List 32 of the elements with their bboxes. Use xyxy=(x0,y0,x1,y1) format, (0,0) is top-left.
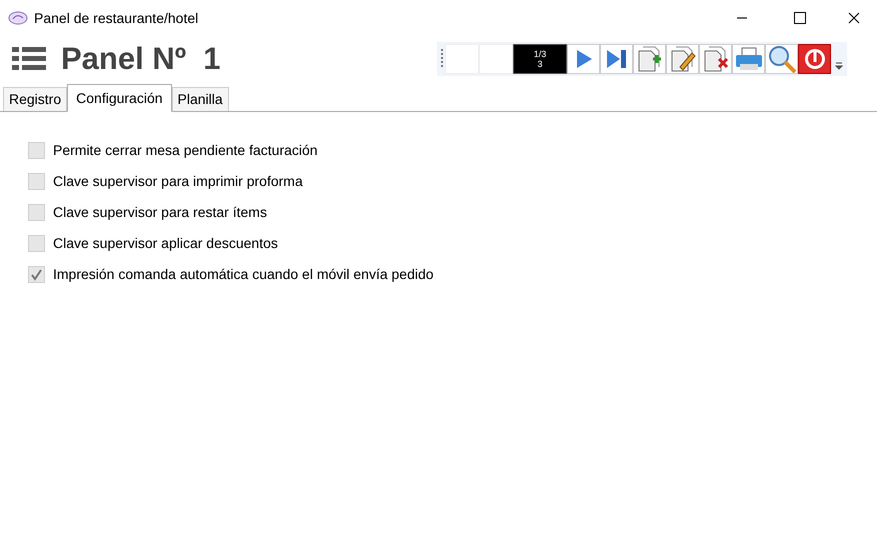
option-label: Permite cerrar mesa pendiente facturación xyxy=(53,140,318,160)
skip-end-icon xyxy=(604,48,628,70)
window-title: Panel de restaurante/hotel xyxy=(34,8,198,28)
overflow-icon[interactable] xyxy=(835,62,843,70)
tab[interactable]: Configuración xyxy=(67,84,172,112)
maximize-icon xyxy=(794,12,806,24)
tab[interactable]: Planilla xyxy=(172,87,229,111)
checkbox[interactable] xyxy=(28,204,45,220)
option-label: Clave supervisor aplicar descuentos xyxy=(53,234,278,253)
checkbox[interactable] xyxy=(28,142,45,158)
edit-document-button[interactable] xyxy=(666,44,699,74)
option-label: Clave supervisor para imprimir proforma xyxy=(53,172,303,191)
page-counter: 1/3 3 xyxy=(513,44,567,74)
checkbox[interactable] xyxy=(28,234,45,252)
option-label: Impresión comanda automática cuando el móvil envía pedido xyxy=(53,264,434,284)
checkbox[interactable] xyxy=(28,172,45,190)
skip-end-button[interactable] xyxy=(600,44,633,74)
option-label: Clave supervisor para restar ítems xyxy=(53,202,267,222)
panel-title: Panel Nº 1 xyxy=(61,40,220,78)
close-icon xyxy=(848,12,860,24)
add-document-button[interactable] xyxy=(633,44,666,74)
app-logo-icon xyxy=(8,10,28,26)
power-button[interactable] xyxy=(798,44,831,74)
search-button[interactable] xyxy=(765,44,798,74)
grip-icon[interactable] xyxy=(439,48,445,70)
delete-document-button[interactable] xyxy=(699,44,732,74)
checkbox[interactable] xyxy=(28,266,45,282)
play-button[interactable] xyxy=(567,44,600,74)
toolbar-slot xyxy=(479,44,513,74)
tab[interactable]: Registro xyxy=(3,87,68,111)
print-button[interactable] xyxy=(732,44,765,74)
menu-icon[interactable] xyxy=(12,46,46,72)
